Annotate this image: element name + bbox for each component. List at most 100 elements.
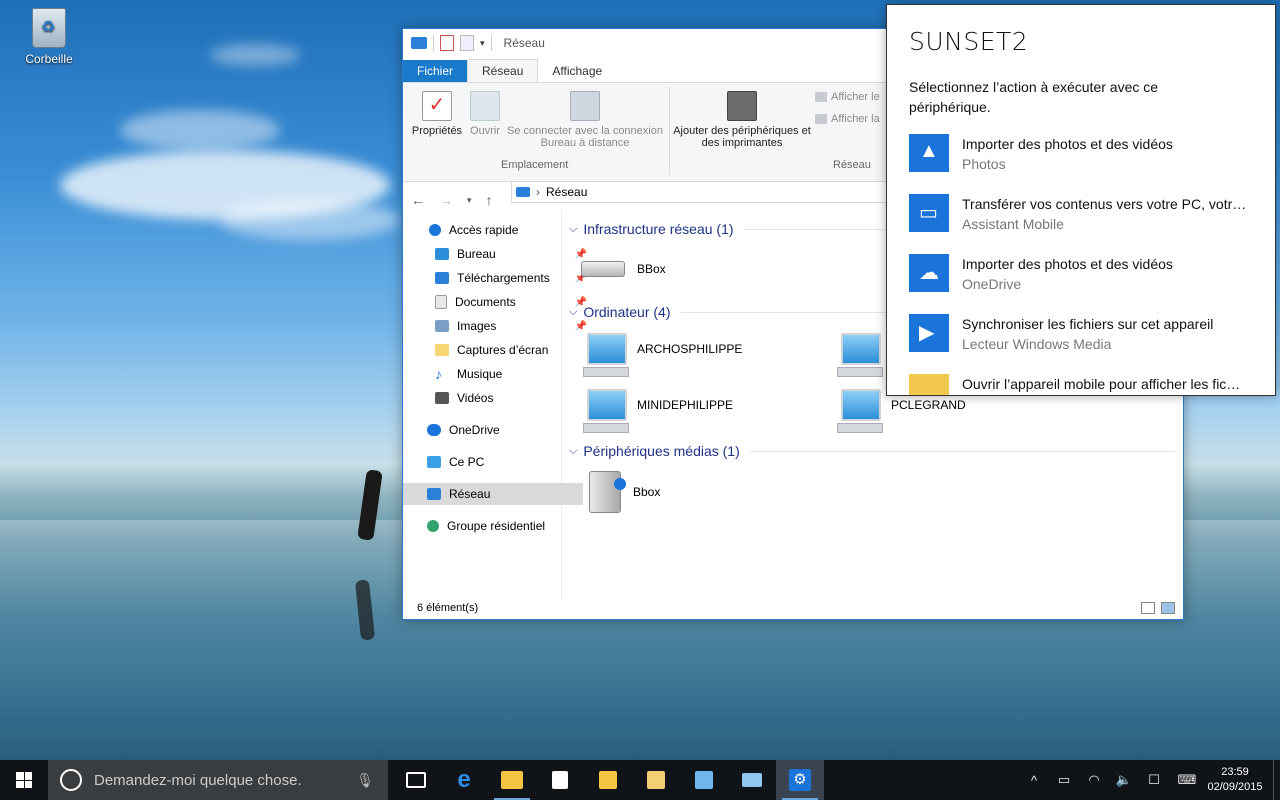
- clock[interactable]: 23:59 02/09/2015: [1205, 765, 1265, 795]
- nav-item-quick-access[interactable]: Accès rapide: [403, 219, 585, 241]
- breadcrumb[interactable]: Réseau: [546, 185, 587, 199]
- list-item-bbox-router[interactable]: BBox: [581, 261, 666, 277]
- nav-item-onedrive[interactable]: OneDrive: [403, 419, 583, 441]
- file-explorer-taskbar-button[interactable]: [488, 760, 536, 800]
- nav-item-this-pc[interactable]: Ce PC: [403, 451, 583, 473]
- microphone-icon[interactable]: 🎙: [356, 772, 374, 789]
- forward-arrow-icon[interactable]: →: [439, 192, 453, 208]
- autoplay-dialog: SUNSET2 Sélectionnez l’action à exécuter…: [886, 4, 1276, 396]
- autoplay-option-phone-companion[interactable]: ▭ Transférer vos contenus vers votre PC,…: [909, 194, 1269, 234]
- action-center-icon[interactable]: ☐: [1139, 772, 1169, 788]
- edge-taskbar-button[interactable]: e: [440, 760, 488, 800]
- option-title: Ouvrir l’appareil mobile pour afficher l…: [962, 376, 1241, 392]
- nav-item-homegroup[interactable]: Groupe résidentiel: [403, 515, 583, 537]
- show-button-1[interactable]: Afficher le: [815, 91, 880, 103]
- onedrive-icon: [427, 424, 441, 436]
- group-header-media-devices[interactable]: ⌵ Périphériques médias (1): [569, 443, 1175, 459]
- tab-network[interactable]: Réseau: [467, 59, 539, 82]
- nav-label: OneDrive: [449, 423, 500, 437]
- remote-desktop-button[interactable]: Se connecter avec la connexion Bureau à …: [507, 91, 663, 149]
- list-item-computer[interactable]: [837, 333, 891, 377]
- open-label: Ouvrir: [470, 125, 500, 137]
- option-subtitle: Lecteur Windows Media: [962, 336, 1112, 352]
- window-title: Réseau: [503, 36, 545, 50]
- list-item-computer[interactable]: MINIDEPHILIPPE: [583, 389, 733, 433]
- show-desktop-button[interactable]: [1273, 760, 1280, 800]
- list-item-computer[interactable]: ARCHOSPHILIPPE: [583, 333, 742, 377]
- navigation-pane: Accès rapide Bureau 📌 Téléchargements 📌 …: [403, 209, 587, 601]
- status-bar: 6 élément(s): [403, 597, 1183, 619]
- recycle-bin-icon: [32, 8, 66, 48]
- file-explorer-icon: [501, 771, 523, 789]
- option-subtitle: Assistant Mobile: [962, 216, 1064, 232]
- details-view-icon[interactable]: [1141, 602, 1155, 614]
- keyboard-icon[interactable]: ⌨: [1169, 772, 1205, 788]
- store-taskbar-button[interactable]: [536, 760, 584, 800]
- autoplay-option-open-device[interactable]: Ouvrir l’appareil mobile pour afficher l…: [909, 374, 1269, 395]
- list-item-bbox-media[interactable]: Bbox: [589, 471, 660, 513]
- nav-label: Images: [457, 319, 497, 333]
- nav-label: Vidéos: [457, 391, 494, 405]
- grid-icon: [815, 114, 827, 124]
- clock-date: 02/09/2015: [1207, 781, 1263, 793]
- option-subtitle: OneDrive: [962, 276, 1022, 292]
- settings-taskbar-button[interactable]: ⚙: [776, 760, 824, 800]
- connect-taskbar-button[interactable]: [728, 760, 776, 800]
- customize-qat-chevron-icon[interactable]: ▾: [480, 38, 485, 49]
- nav-item-network[interactable]: Réseau: [403, 483, 583, 505]
- autoplay-option-sync-media-player[interactable]: ▶ Synchroniser les fichiers sur cet appa…: [909, 314, 1269, 354]
- properties-button[interactable]: ✓ Propriétés: [409, 91, 465, 137]
- volume-icon[interactable]: 🔈: [1109, 772, 1139, 788]
- autoplay-option-import-photos[interactable]: ▲ Importer des photos et des vidéos Phot…: [909, 134, 1269, 174]
- group-title: Périphériques médias (1): [583, 443, 740, 459]
- folder-icon: [599, 771, 617, 789]
- up-arrow-icon[interactable]: ↑: [486, 192, 493, 208]
- wifi-icon[interactable]: ◠: [1079, 772, 1109, 788]
- item-label: BBox: [637, 262, 666, 276]
- network-icon: [427, 488, 441, 500]
- cortana-search-box[interactable]: Demandez-moi quelque chose. 🎙: [48, 760, 388, 800]
- add-devices-button[interactable]: Ajouter des périphériques et des imprima…: [671, 91, 813, 149]
- option-title: Importer des photos et des vidéos: [962, 256, 1173, 272]
- back-arrow-icon[interactable]: ←: [411, 192, 425, 208]
- search-placeholder: Demandez-moi quelque chose.: [94, 771, 302, 789]
- nav-label: Musique: [457, 367, 503, 381]
- tab-view[interactable]: Affichage: [538, 60, 616, 82]
- laptop-icon: [742, 773, 762, 787]
- properties-qat-icon[interactable]: [440, 35, 454, 51]
- pc-icon: [427, 456, 441, 468]
- taskbar: Demandez-moi quelque chose. 🎙 e ⚙ ^ ▭ ◠ …: [0, 760, 1280, 800]
- remote-desktop-icon: [570, 91, 600, 121]
- item-label: Bbox: [633, 485, 661, 499]
- tab-file[interactable]: Fichier: [403, 60, 468, 82]
- folder-taskbar-button[interactable]: [584, 760, 632, 800]
- task-view-button[interactable]: [392, 760, 440, 800]
- folder-icon: [435, 344, 449, 356]
- recent-chevron-icon[interactable]: ▾: [467, 195, 472, 206]
- toolbar-separator: [490, 35, 492, 51]
- router-icon: [581, 261, 625, 277]
- group-title: Ordinateur (4): [583, 304, 671, 320]
- control-panel-taskbar-button[interactable]: [680, 760, 728, 800]
- documents-icon: [435, 295, 447, 309]
- media-player-icon: ▶: [909, 314, 949, 352]
- option-title: Importer des photos et des vidéos: [962, 136, 1173, 152]
- wallpaper-cloud: [120, 110, 280, 150]
- open-button[interactable]: Ouvrir: [465, 91, 505, 137]
- battery-icon[interactable]: ▭: [1049, 772, 1079, 788]
- nav-label: Captures d’écran: [457, 343, 549, 357]
- large-icons-view-icon[interactable]: [1161, 602, 1175, 614]
- star-icon: [429, 224, 441, 236]
- autoplay-option-onedrive-import[interactable]: ☁ Importer des photos et des vidéos OneD…: [909, 254, 1269, 294]
- control-panel-icon: [695, 771, 713, 789]
- show-button-2[interactable]: Afficher la: [815, 113, 880, 125]
- start-button[interactable]: [0, 760, 48, 800]
- phone-companion-icon: ▭: [909, 194, 949, 232]
- recycle-bin-desktop-icon[interactable]: Corbeille: [18, 8, 80, 66]
- folder-taskbar-button-2[interactable]: [632, 760, 680, 800]
- chevron-down-icon: ⌵: [569, 222, 578, 235]
- chevron-down-icon: ⌵: [569, 305, 578, 318]
- chevron-up-icon[interactable]: ^: [1019, 773, 1049, 788]
- network-icon[interactable]: [411, 37, 427, 49]
- new-folder-qat-icon[interactable]: [460, 35, 474, 51]
